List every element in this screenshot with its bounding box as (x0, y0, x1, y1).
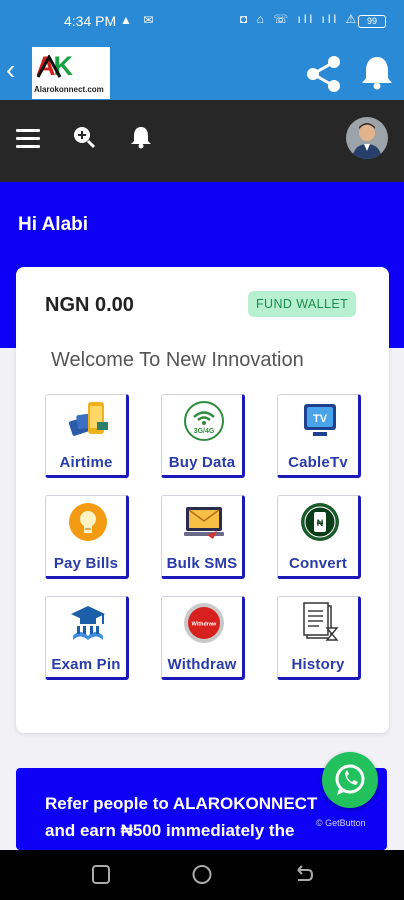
withdraw-icon: Withdraw (184, 603, 224, 643)
refer-line-2: and earn ₦500 immediately the (45, 821, 295, 840)
back-nav-icon[interactable] (297, 865, 314, 881)
recent-apps-icon[interactable] (92, 865, 110, 884)
back-icon[interactable]: ‹ (6, 54, 15, 86)
whatsapp-icon (335, 764, 365, 795)
whatsapp-button[interactable] (322, 752, 378, 808)
getbutton-credit: © GetButton (316, 818, 366, 828)
zoom-in-icon[interactable] (72, 125, 96, 149)
tv-icon-text: TV (313, 413, 328, 425)
history-icon (303, 602, 339, 641)
service-label: Exam Pin (51, 656, 121, 673)
tv-icon: TV (304, 404, 336, 436)
airtime-icon (68, 402, 108, 436)
share-icon[interactable] (304, 54, 344, 94)
system-nav-icons (92, 865, 314, 884)
wallet-balance: NGN 0.00 (45, 294, 134, 316)
fund-wallet-button[interactable]: FUND WALLET (248, 291, 357, 317)
service-label: Buy Data (168, 454, 236, 471)
greeting: Hi Alabi (18, 214, 89, 235)
withdraw-icon-text: Withdraw (192, 622, 217, 628)
bulb-icon (69, 503, 107, 541)
service-buy-data[interactable]: 3G/4G Buy Data (161, 394, 245, 478)
service-label: Withdraw (167, 656, 237, 673)
data-icon: 3G/4G (184, 401, 224, 441)
status-bar: 4:34 PM ▲ ✉ ◘ ⌂ ☏ ıll ıll ⚠ 99 (0, 0, 404, 44)
user-avatar[interactable] (346, 117, 388, 159)
bell-icon[interactable] (360, 54, 394, 90)
convert-icon: ₦ (301, 503, 339, 541)
system-nav-bar (0, 850, 404, 900)
logo: AK Alarokonnect.com (32, 47, 110, 99)
welcome-text: Welcome To New Innovation (51, 349, 304, 371)
getbutton-brand: GetButton (325, 818, 366, 828)
envelope-icon (184, 507, 224, 539)
notification-bell-icon[interactable] (130, 125, 152, 149)
app-bar: ‹ AK Alarokonnect.com (0, 44, 404, 100)
logo-swoosh-icon (36, 55, 62, 78)
service-cabletv[interactable]: TV CableTv (277, 394, 361, 478)
avatar-person-icon (352, 123, 382, 159)
service-label: Airtime (59, 454, 113, 471)
battery-icon: 99 (358, 15, 386, 28)
data-icon-text: 3G/4G (194, 428, 215, 435)
hamburger-icon[interactable] (16, 129, 40, 149)
service-history[interactable]: History (277, 596, 361, 680)
graduation-icon (71, 606, 105, 640)
service-exam-pin[interactable]: Exam Pin (45, 596, 129, 680)
notification-icons: ▲ ✉ (120, 13, 158, 27)
refer-line-1: Refer people to ALAROKONNECT (45, 794, 318, 813)
status-time: 4:34 PM (64, 13, 117, 29)
dashboard-card: NGN 0.00 FUND WALLET Welcome To New Inno… (16, 267, 389, 733)
service-airtime[interactable]: Airtime (45, 394, 129, 478)
service-label: History (291, 656, 345, 673)
service-bulk-sms[interactable]: Bulk SMS (161, 495, 245, 579)
logo-url: Alarokonnect.com (34, 85, 104, 94)
service-pay-bills[interactable]: Pay Bills (45, 495, 129, 579)
svg-text:₦: ₦ (317, 518, 324, 528)
home-icon[interactable] (192, 865, 212, 884)
service-label: Pay Bills (53, 555, 119, 572)
nav-bar (0, 100, 404, 182)
service-convert[interactable]: ₦ Convert (277, 495, 361, 579)
service-label: Bulk SMS (166, 555, 238, 572)
service-label: Convert (288, 555, 348, 572)
service-label: CableTv (288, 454, 348, 471)
service-withdraw[interactable]: Withdraw Withdraw (161, 596, 245, 680)
system-icons: ◘ ⌂ ☏ ıll ıll ⚠ (240, 12, 360, 26)
